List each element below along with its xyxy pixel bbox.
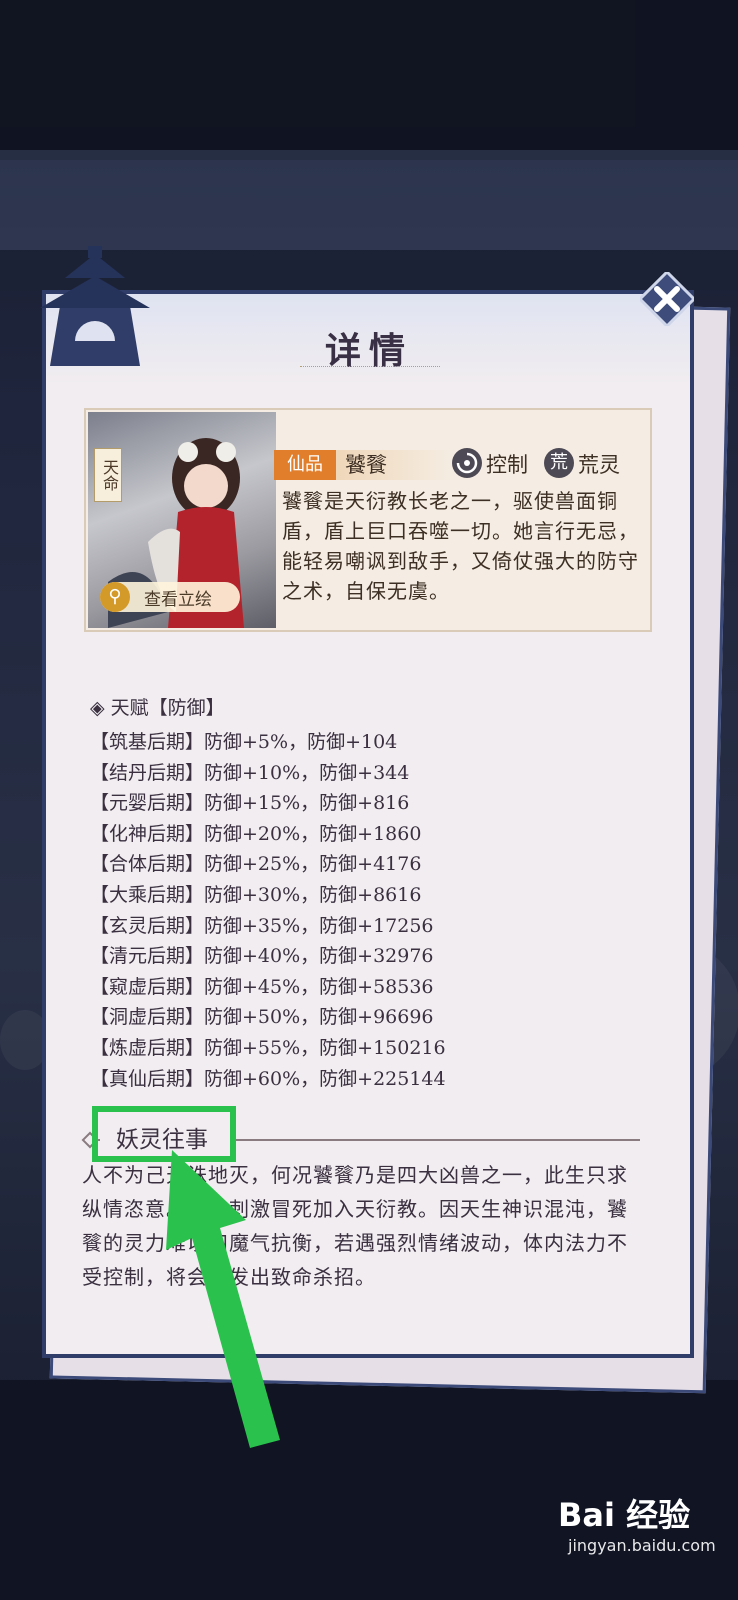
close-button[interactable] [640, 272, 694, 326]
watermark: Bai 经验 jingyan.baidu.com [558, 1490, 716, 1555]
talent-title-text: 天赋【防御】 [110, 697, 225, 719]
role-label: 控制 [486, 453, 528, 477]
control-icon [452, 448, 482, 478]
talent-row: 【结丹后期】防御+10%，防御+344 [90, 761, 410, 784]
view-illustration-label: 查看立绘 [144, 589, 212, 610]
diamond-icon: ◈ [90, 697, 111, 719]
view-illustration-button[interactable]: ⚲ 查看立绘 [100, 582, 240, 612]
pointer-arrow-icon [166, 1150, 280, 1448]
faction-label: 荒灵 [578, 453, 620, 477]
talent-title: ◈ 天赋【防御】 [90, 693, 225, 720]
talent-list: 【筑基后期】防御+5%，防御+104 【结丹后期】防御+10%，防御+344 【… [90, 727, 446, 1094]
watermark-logo: Bai 经验 [558, 1496, 691, 1534]
quality-tag: 仙品 [274, 450, 336, 480]
talent-row: 【清元后期】防御+40%，防御+32976 [90, 945, 434, 968]
fate-badge: 天命 [94, 448, 122, 502]
talent-row: 【炼虚后期】防御+55%，防御+150216 [90, 1036, 446, 1059]
talent-row: 【筑基后期】防御+5%，防御+104 [90, 731, 398, 753]
talent-row: 【洞虚后期】防御+50%，防御+96696 [90, 1006, 434, 1029]
magnifier-icon: ⚲ [100, 582, 130, 612]
talent-row: 【合体后期】防御+25%，防御+4176 [90, 853, 422, 876]
talent-row: 【窥虚后期】防御+45%，防御+58536 [90, 975, 434, 998]
talent-row: 【玄灵后期】防御+35%，防御+17256 [90, 914, 434, 937]
wild-spirit-icon: 荒 [544, 448, 574, 478]
talent-row: 【元婴后期】防御+15%，防御+816 [90, 792, 410, 815]
character-name: 饕餮 [345, 453, 387, 477]
character-description: 饕餮是天衍教长老之一，驱使兽面铜盾，盾上巨口吞噬一切。她言行无忌，能轻易嘲讽到敌… [282, 489, 639, 603]
talent-row: 【真仙后期】防御+60%，防御+225144 [90, 1067, 446, 1090]
title-underline [300, 366, 440, 373]
talent-row: 【大乘后期】防御+30%，防御+8616 [90, 883, 422, 906]
talent-row: 【化神后期】防御+20%，防御+1860 [90, 822, 422, 845]
watermark-url: jingyan.baidu.com [568, 1536, 716, 1555]
